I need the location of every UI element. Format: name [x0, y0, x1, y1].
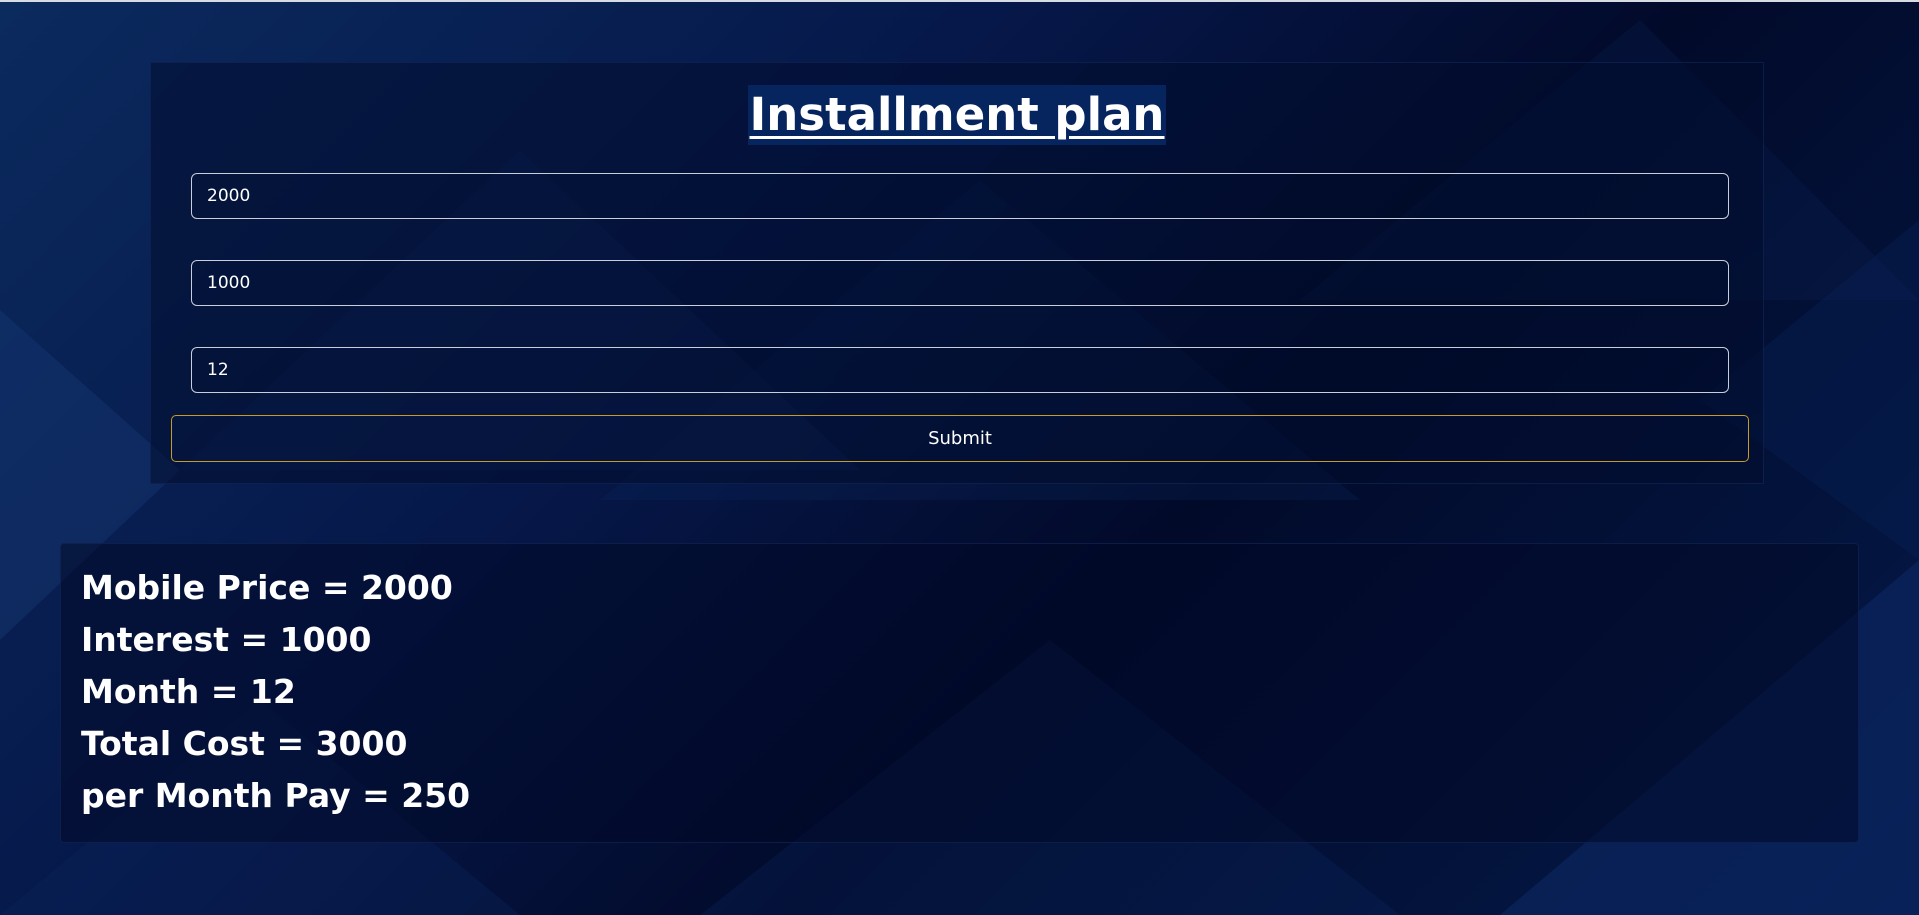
result-mobile-price: Mobile Price = 2000	[81, 568, 453, 607]
result-month: Month = 12	[81, 672, 296, 711]
interest-input[interactable]	[191, 260, 1729, 306]
submit-button[interactable]: Submit	[171, 415, 1749, 462]
result-interest: Interest = 1000	[81, 620, 372, 659]
page-title-text: Installment plan	[747, 85, 1167, 145]
result-per-month-pay: per Month Pay = 250	[81, 776, 471, 815]
installment-form-card: Installment plan Submit	[150, 62, 1764, 484]
page-title: Installment plan	[151, 85, 1763, 145]
result-total-cost: Total Cost = 3000	[81, 724, 408, 763]
mobile-price-input[interactable]	[191, 173, 1729, 219]
top-border	[0, 0, 1919, 2]
months-input[interactable]	[191, 347, 1729, 393]
results-panel: Mobile Price = 2000 Interest = 1000 Mont…	[60, 543, 1859, 843]
